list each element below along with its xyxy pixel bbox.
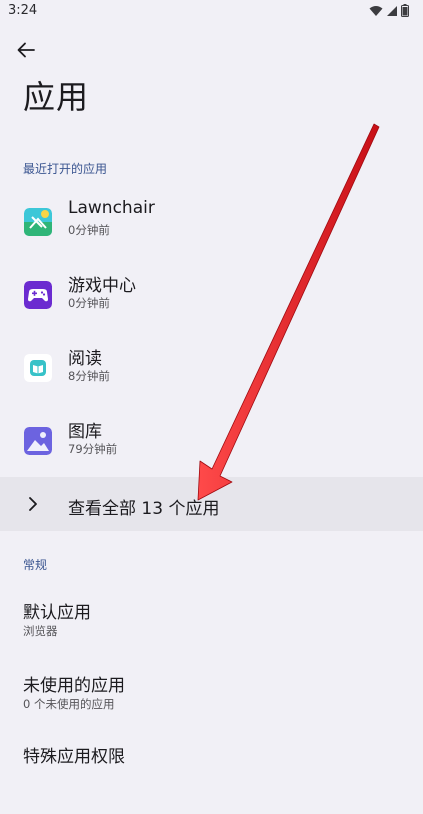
arrow-left-icon [17, 42, 35, 58]
app-name: 游戏中心 [68, 276, 136, 296]
section-header-recent: 最近打开的应用 [23, 162, 108, 176]
section-header-general: 常规 [23, 558, 48, 572]
chevron-right-icon [26, 494, 40, 514]
setting-default-apps[interactable]: 默认应用 浏览器 [0, 598, 423, 670]
setting-title: 特殊应用权限 [23, 747, 125, 767]
app-item-reader[interactable]: 阅读 8分钟前 [0, 349, 423, 427]
signal-icon [387, 5, 397, 16]
app-name: 阅读 [68, 349, 102, 369]
setting-title: 未使用的应用 [23, 676, 125, 696]
lawnchair-icon [24, 208, 52, 236]
app-last-used: 8分钟前 [68, 369, 110, 383]
setting-unused-apps[interactable]: 未使用的应用 0 个未使用的应用 [0, 671, 423, 743]
wifi-icon [369, 5, 383, 16]
game-center-icon [24, 281, 52, 309]
setting-special-app-access[interactable]: 特殊应用权限 [0, 742, 423, 814]
app-name: 图库 [68, 422, 102, 442]
status-icons [369, 4, 409, 17]
setting-subtitle: 浏览器 [23, 624, 58, 638]
setting-title: 默认应用 [23, 603, 91, 623]
app-last-used: 79分钟前 [68, 442, 118, 456]
back-button[interactable] [12, 36, 40, 64]
status-time: 3:24 [8, 3, 38, 18]
app-item-lawnchair[interactable]: Lawnchair 0分钟前 [0, 198, 423, 281]
setting-subtitle: 0 个未使用的应用 [23, 697, 115, 711]
page-title: 应用 [23, 78, 90, 116]
app-last-used: 0分钟前 [68, 296, 110, 310]
gallery-icon [24, 427, 52, 455]
battery-icon [401, 4, 409, 17]
app-last-used: 0分钟前 [68, 223, 110, 237]
see-all-apps-label: 查看全部 13 个应用 [68, 499, 220, 519]
app-item-game-center[interactable]: 游戏中心 0分钟前 [0, 276, 423, 354]
app-name: Lawnchair [68, 198, 155, 218]
reader-icon [24, 354, 52, 382]
see-all-apps-button[interactable]: 查看全部 13 个应用 [0, 477, 423, 531]
status-bar: 3:24 [0, 0, 423, 24]
